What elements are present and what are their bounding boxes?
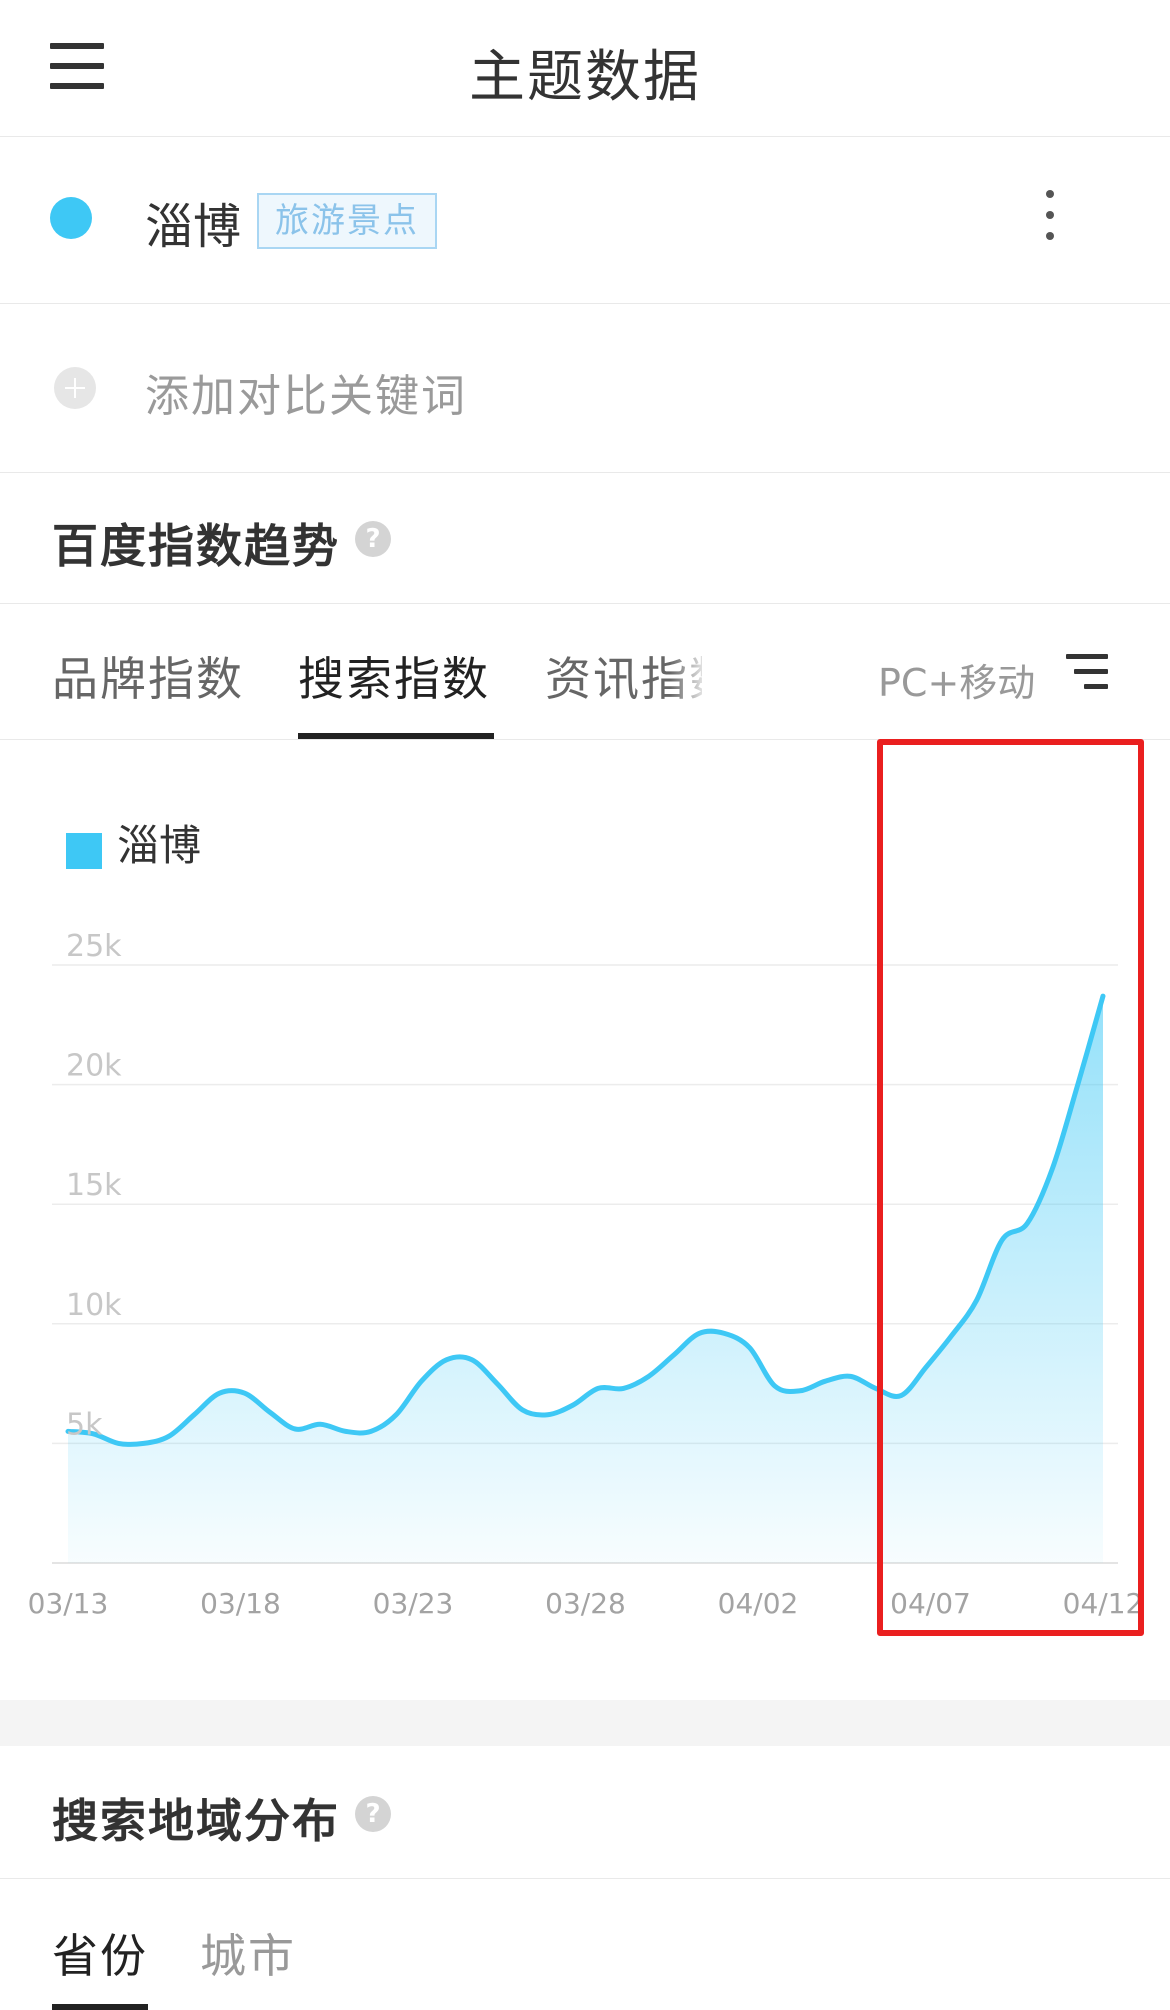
- active-region-tab-indicator: [52, 2004, 148, 2010]
- tab-city[interactable]: 城市: [200, 1920, 296, 1986]
- question-icon[interactable]: ?: [355, 521, 391, 557]
- device-filter-label[interactable]: PC+移动: [878, 652, 1035, 707]
- y-tick-label: 20k: [66, 1049, 122, 1084]
- section-separator: [0, 1700, 1170, 1746]
- plus-circle-icon[interactable]: [54, 367, 96, 409]
- tab-search-index[interactable]: 搜索指数: [298, 643, 490, 709]
- active-tab-indicator: [298, 733, 494, 739]
- keyword-name: 淄博: [145, 199, 242, 255]
- x-tick-label: 04/02: [718, 1587, 799, 1620]
- highlight-box: [877, 739, 1144, 1636]
- x-tick-label: 03/18: [200, 1587, 281, 1620]
- tab-brand-index[interactable]: 品牌指数: [52, 643, 244, 709]
- add-compare-keyword-button[interactable]: 添加对比关键词: [145, 360, 467, 424]
- tab-province[interactable]: 省份: [52, 1920, 148, 1986]
- question-icon[interactable]: ?: [355, 1796, 391, 1832]
- x-tick-label: 03/28: [545, 1587, 626, 1620]
- region-tabs: [0, 1879, 1170, 2010]
- y-tick-label: 10k: [66, 1288, 122, 1323]
- x-tick-label: 03/13: [28, 1587, 109, 1620]
- tab-scroll-fade: [670, 630, 710, 710]
- vertical-ellipsis-icon[interactable]: [1040, 190, 1060, 240]
- y-tick-label: 5k: [66, 1407, 103, 1442]
- y-tick-label: 15k: [66, 1168, 122, 1203]
- x-tick-label: 03/23: [373, 1587, 454, 1620]
- y-tick-label: 25k: [66, 929, 122, 964]
- trend-section-title: 百度指数趋势: [52, 519, 340, 573]
- keyword-category-tag: 旅游景点: [257, 193, 437, 249]
- keyword-color-dot: [50, 197, 92, 239]
- filter-icon[interactable]: [1066, 654, 1108, 690]
- region-section-title: 搜索地域分布: [52, 1794, 340, 1848]
- page-title: 主题数据: [469, 45, 701, 110]
- top-app-bar: 主题数据: [0, 0, 1170, 137]
